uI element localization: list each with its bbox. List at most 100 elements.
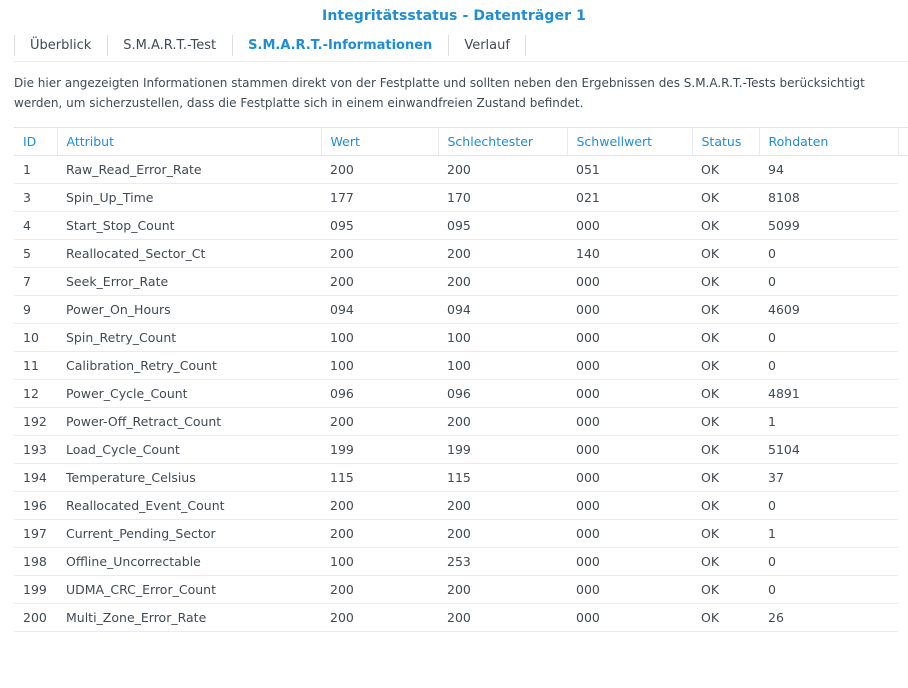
cell-status: OK xyxy=(692,183,759,212)
cell-status: OK xyxy=(692,603,759,632)
table-row[interactable]: 194 Temperature_Celsius 115 115 000 OK 37 xyxy=(14,463,908,492)
cell-raw-data: 4609 xyxy=(759,295,898,324)
cell-value: 200 xyxy=(321,407,438,436)
column-header-worst[interactable]: Schlechtester xyxy=(438,127,568,156)
cell-attribute: Power_On_Hours xyxy=(57,295,321,324)
table-row[interactable]: 5 Reallocated_Sector_Ct 200 200 140 OK 0 xyxy=(14,239,908,268)
table-row[interactable]: 12 Power_Cycle_Count 096 096 000 OK 4891 xyxy=(14,379,908,408)
column-header-threshold[interactable]: Schwellwert xyxy=(567,127,693,156)
cell-id: 198 xyxy=(14,547,57,576)
column-header-value[interactable]: Wert xyxy=(321,127,439,156)
cell-worst: 200 xyxy=(438,239,567,268)
column-header-raw-data[interactable]: Rohdaten xyxy=(759,127,899,156)
cell-threshold: 000 xyxy=(567,323,692,352)
tab-overview[interactable]: Überblick xyxy=(14,32,107,59)
row-spacer xyxy=(898,352,908,380)
cell-attribute: Spin_Up_Time xyxy=(57,183,321,212)
row-spacer xyxy=(898,520,908,548)
cell-id: 196 xyxy=(14,491,57,520)
table-row[interactable]: 10 Spin_Retry_Count 100 100 000 OK 0 xyxy=(14,323,908,352)
cell-attribute: Power-Off_Retract_Count xyxy=(57,407,321,436)
cell-status: OK xyxy=(692,435,759,464)
table-row[interactable]: 9 Power_On_Hours 094 094 000 OK 4609 xyxy=(14,295,908,324)
tab-smart-test[interactable]: S.M.A.R.T.-Test xyxy=(107,32,232,59)
cell-attribute: Offline_Uncorrectable xyxy=(57,547,321,576)
row-spacer xyxy=(898,156,908,184)
column-header-status[interactable]: Status xyxy=(692,127,760,156)
tab-history[interactable]: Verlauf xyxy=(448,32,526,59)
row-spacer xyxy=(898,548,908,576)
table-row[interactable]: 199 UDMA_CRC_Error_Count 200 200 000 OK 0 xyxy=(14,575,908,604)
row-spacer xyxy=(898,184,908,212)
cell-id: 197 xyxy=(14,519,57,548)
info-description: Die hier angezeigten Informationen stamm… xyxy=(14,76,865,110)
cell-value: 177 xyxy=(321,183,438,212)
row-spacer xyxy=(898,408,908,436)
cell-status: OK xyxy=(692,491,759,520)
cell-id: 9 xyxy=(14,295,57,324)
cell-threshold: 051 xyxy=(567,155,692,184)
table-row[interactable]: 11 Calibration_Retry_Count 100 100 000 OK 0 xyxy=(14,351,908,380)
cell-value: 200 xyxy=(321,603,438,632)
cell-threshold: 140 xyxy=(567,239,692,268)
cell-worst: 100 xyxy=(438,351,567,380)
cell-value: 200 xyxy=(321,239,438,268)
table-row[interactable]: 196 Reallocated_Event_Count 200 200 000 OK 0 xyxy=(14,491,908,520)
cell-attribute: UDMA_CRC_Error_Count xyxy=(57,575,321,604)
cell-value: 100 xyxy=(321,351,438,380)
cell-attribute: Multi_Zone_Error_Rate xyxy=(57,603,321,632)
cell-status: OK xyxy=(692,155,759,184)
cell-threshold: 000 xyxy=(567,295,692,324)
tab-smart-information[interactable]: S.M.A.R.T.-Informationen xyxy=(232,32,448,59)
table-row[interactable]: 3 Spin_Up_Time 177 170 021 OK 8108 xyxy=(14,183,908,212)
column-header-spacer xyxy=(898,127,908,156)
cell-raw-data: 0 xyxy=(759,239,898,268)
cell-worst: 200 xyxy=(438,519,567,548)
cell-value: 094 xyxy=(321,295,438,324)
cell-raw-data: 0 xyxy=(759,547,898,576)
tab-bar-divider xyxy=(14,61,908,62)
cell-worst: 200 xyxy=(438,407,567,436)
cell-attribute: Current_Pending_Sector xyxy=(57,519,321,548)
window-title: Integritätsstatus - Datenträger 1 xyxy=(322,8,586,24)
cell-id: 194 xyxy=(14,463,57,492)
cell-value: 200 xyxy=(321,155,438,184)
cell-worst: 200 xyxy=(438,155,567,184)
table-row[interactable]: 197 Current_Pending_Sector 200 200 000 OK 1 xyxy=(14,519,908,548)
cell-threshold: 021 xyxy=(567,183,692,212)
table-row[interactable]: 193 Load_Cycle_Count 199 199 000 OK 5104 xyxy=(14,435,908,464)
cell-raw-data: 0 xyxy=(759,575,898,604)
row-spacer xyxy=(898,576,908,604)
tab-bar: Überblick S.M.A.R.T.-Test S.M.A.R.T.-Inf… xyxy=(14,32,526,59)
column-header-attribute[interactable]: Attribut xyxy=(57,127,322,156)
row-spacer xyxy=(898,604,908,632)
cell-id: 4 xyxy=(14,211,57,240)
cell-worst: 095 xyxy=(438,211,567,240)
cell-value: 115 xyxy=(321,463,438,492)
smart-attributes-table: ID Attribut Wert Schlechtester Schwellwe… xyxy=(14,127,908,632)
cell-worst: 096 xyxy=(438,379,567,408)
cell-raw-data: 0 xyxy=(759,323,898,352)
cell-status: OK xyxy=(692,295,759,324)
table-row[interactable]: 198 Offline_Uncorrectable 100 253 000 OK 0 xyxy=(14,547,908,576)
cell-id: 192 xyxy=(14,407,57,436)
row-spacer xyxy=(898,324,908,352)
table-row[interactable]: 7 Seek_Error_Rate 200 200 000 OK 0 xyxy=(14,267,908,296)
window-title-bar: Integritätsstatus - Datenträger 1 xyxy=(0,0,908,32)
table-row[interactable]: 1 Raw_Read_Error_Rate 200 200 051 OK 94 xyxy=(14,155,908,184)
row-spacer xyxy=(898,464,908,492)
cell-worst: 170 xyxy=(438,183,567,212)
table-row[interactable]: 4 Start_Stop_Count 095 095 000 OK 5099 xyxy=(14,211,908,240)
cell-value: 096 xyxy=(321,379,438,408)
cell-status: OK xyxy=(692,267,759,296)
column-header-id[interactable]: ID xyxy=(14,127,58,156)
cell-threshold: 000 xyxy=(567,379,692,408)
cell-value: 095 xyxy=(321,211,438,240)
cell-threshold: 000 xyxy=(567,211,692,240)
table-row[interactable]: 192 Power-Off_Retract_Count 200 200 000 OK 1 xyxy=(14,407,908,436)
cell-worst: 253 xyxy=(438,547,567,576)
table-row[interactable]: 200 Multi_Zone_Error_Rate 200 200 000 OK 26 xyxy=(14,603,908,632)
table-header-row: ID Attribut Wert Schlechtester Schwellwe… xyxy=(14,127,908,156)
cell-worst: 115 xyxy=(438,463,567,492)
cell-id: 200 xyxy=(14,603,57,632)
